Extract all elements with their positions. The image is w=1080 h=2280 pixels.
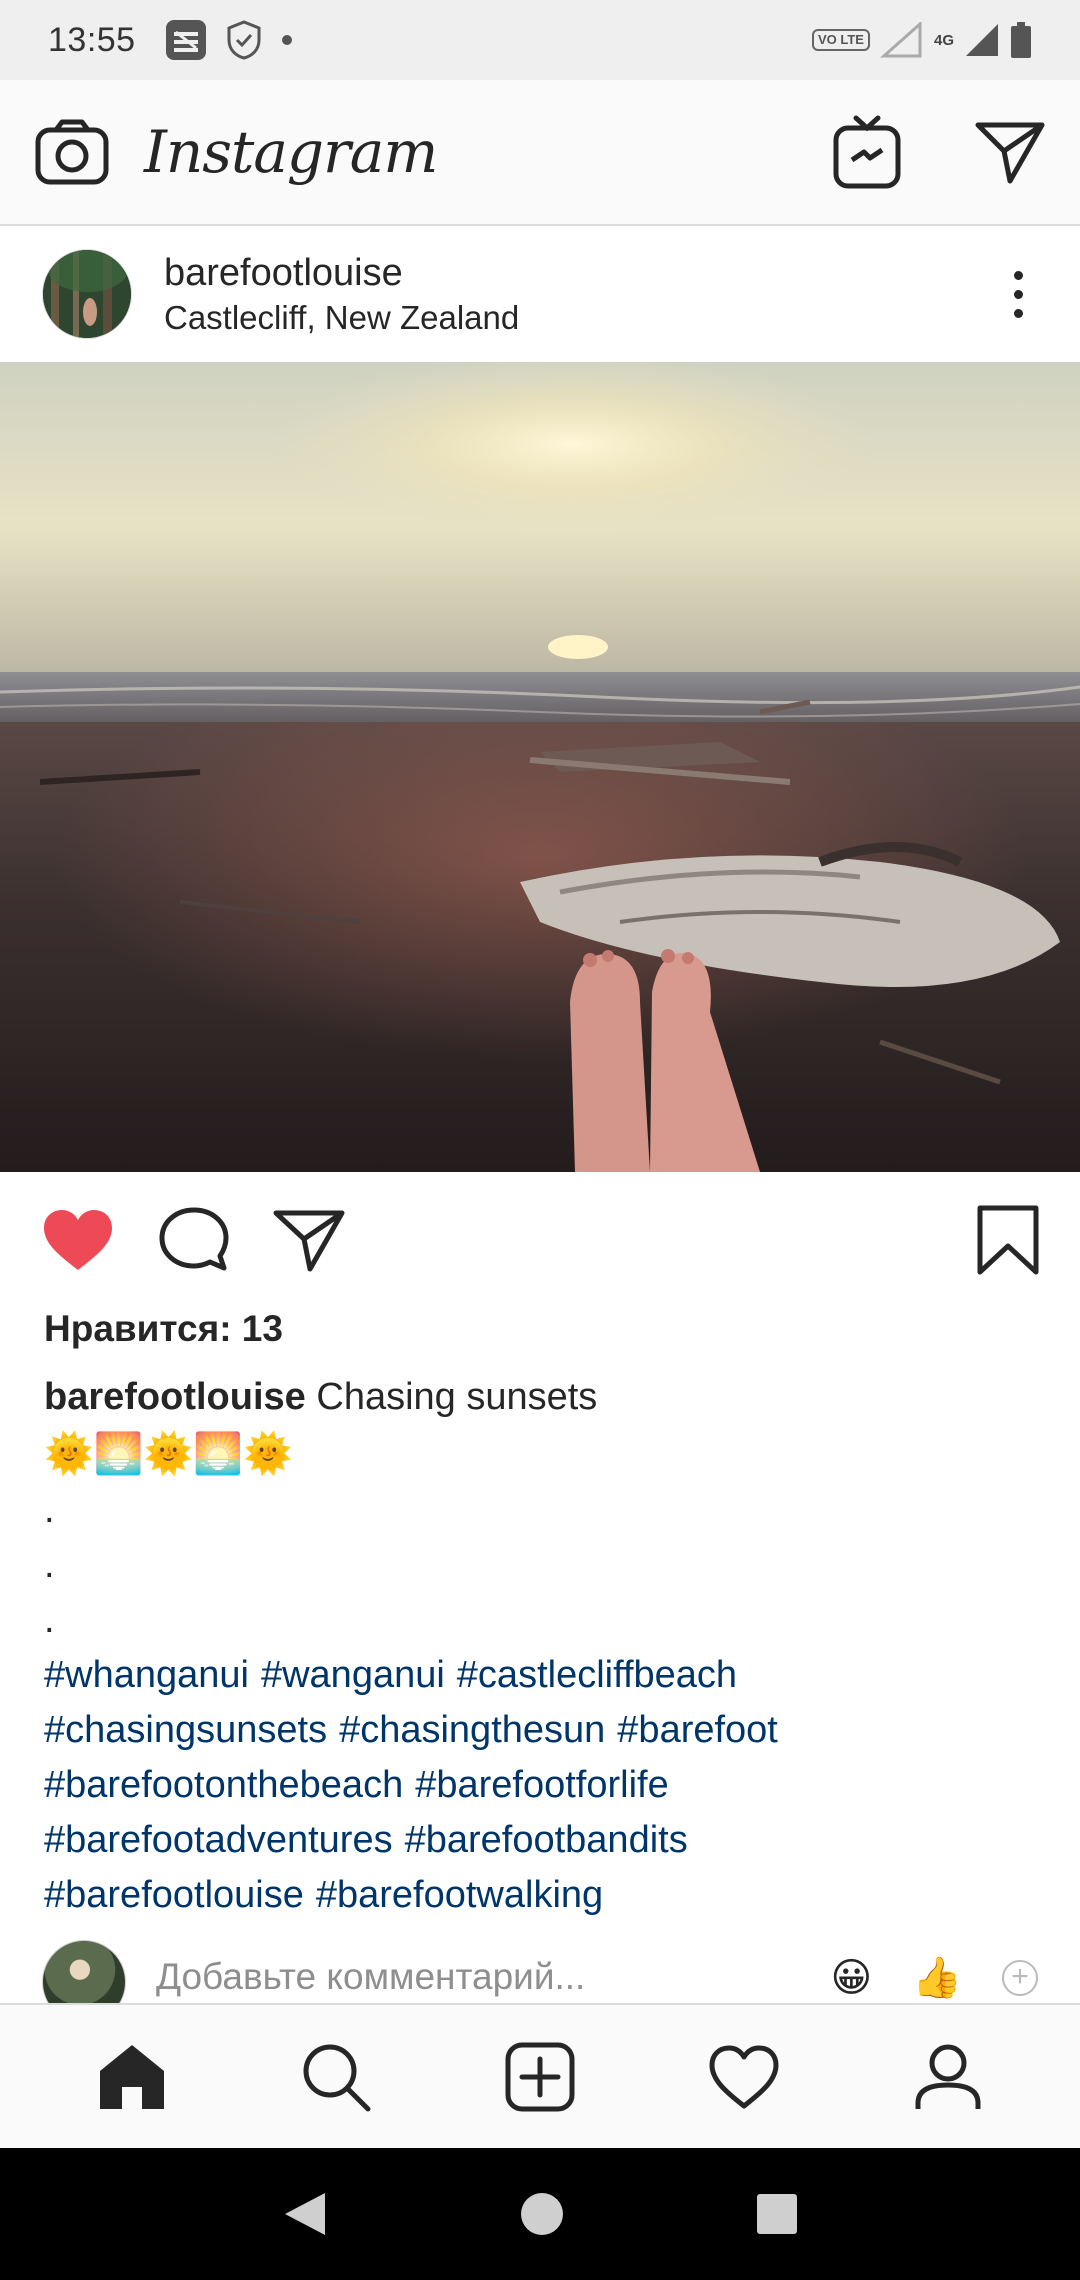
- post-actions: [0, 1180, 1080, 1300]
- comment-input[interactable]: Добавьте комментарий...: [156, 1956, 585, 1998]
- share-button[interactable]: [272, 1207, 346, 1273]
- share-icon: [273, 1210, 345, 1272]
- add-post-icon: [505, 2042, 575, 2111]
- sunset-beach-photo: [0, 362, 1080, 1172]
- nav-add-post[interactable]: [490, 2027, 590, 2127]
- caption-dot: .: [44, 1599, 55, 1641]
- save-button[interactable]: [976, 1204, 1040, 1276]
- home-circle-icon[interactable]: [519, 2191, 565, 2237]
- like-button[interactable]: [40, 1206, 116, 1274]
- app-notification-icon: [165, 20, 206, 60]
- current-user-avatar: [42, 1940, 126, 2005]
- more-dot-icon: [1013, 289, 1023, 299]
- shield-icon: [227, 20, 261, 60]
- signal-full-icon: [966, 24, 998, 56]
- status-time: 13:55: [48, 20, 136, 59]
- post-location[interactable]: Castlecliff, New Zealand: [164, 299, 519, 337]
- hashtag-link[interactable]: #chasingsunsets: [44, 1709, 327, 1751]
- hashtag-link[interactable]: #barefootwalking: [316, 1874, 603, 1916]
- status-system-icons: VO LTE 4G: [812, 21, 1032, 59]
- hashtag-link[interactable]: #whanganui: [44, 1654, 249, 1696]
- status-notification-icons: [164, 18, 294, 62]
- camera-icon[interactable]: [34, 118, 110, 186]
- nav-activity[interactable]: [694, 2027, 794, 2127]
- caption-dot: .: [44, 1544, 55, 1586]
- hashtag-link[interactable]: #wanganui: [261, 1654, 445, 1696]
- likes-count[interactable]: Нравится: 13: [44, 1308, 283, 1350]
- activity-heart-icon: [709, 2045, 779, 2108]
- home-icon: [100, 2044, 164, 2109]
- search-icon: [303, 2044, 371, 2111]
- hashtag-link[interactable]: #chasingthesun: [339, 1709, 605, 1751]
- hashtag-link[interactable]: #barefootforlife: [415, 1764, 669, 1806]
- post-author-username[interactable]: barefootlouise: [164, 252, 519, 295]
- signal-empty-icon: [880, 22, 922, 58]
- quick-emoji-button[interactable]: 👍: [912, 1954, 962, 2001]
- back-icon[interactable]: [281, 2189, 329, 2239]
- nav-home[interactable]: [82, 2027, 182, 2127]
- hashtag-list: #whanganui #wanganui #castlecliffbeach #ch…: [44, 1648, 1044, 1923]
- recents-icon[interactable]: [755, 2192, 799, 2236]
- more-dot-icon: [1013, 270, 1023, 280]
- add-emoji-icon[interactable]: +: [1002, 1959, 1038, 1996]
- hashtag-link[interactable]: #castlecliffbeach: [457, 1654, 737, 1696]
- post-header: barefootlouise Castlecliff, New Zealand: [0, 226, 1080, 362]
- add-comment-row: Добавьте комментарий... 😀 👍 +: [0, 1940, 1080, 2005]
- nav-search[interactable]: [286, 2027, 386, 2127]
- volte-badge: VO LTE: [812, 29, 870, 51]
- caption-emojis: 🌞🌅🌞🌅🌞: [44, 1431, 294, 1477]
- caption-dot: .: [44, 1489, 55, 1531]
- post-caption: barefootlouise Chasing sunsets 🌞🌅🌞🌅🌞 . .…: [44, 1370, 1044, 1923]
- hashtag-link[interactable]: #barefootlouise: [44, 1874, 304, 1916]
- battery-icon: [1011, 22, 1031, 58]
- hashtag-link[interactable]: #barefootadventures: [44, 1819, 393, 1861]
- profile-icon: [915, 2044, 981, 2109]
- dot-icon: [281, 35, 292, 45]
- direct-message-icon[interactable]: [974, 119, 1046, 185]
- top-app-bar: Instagram: [0, 80, 1080, 226]
- nav-profile[interactable]: [898, 2027, 998, 2127]
- network-type-label: 4G: [933, 31, 954, 49]
- hashtag-link[interactable]: #barefootbandits: [405, 1819, 688, 1861]
- hashtag-link[interactable]: #barefootonthebeach: [44, 1764, 403, 1806]
- more-dot-icon: [1013, 308, 1023, 318]
- comment-icon: [159, 1207, 229, 1271]
- caption-username[interactable]: barefootlouise: [44, 1376, 306, 1418]
- bookmark-icon: [977, 1205, 1039, 1275]
- post-photo[interactable]: [0, 362, 1080, 1172]
- more-options-button[interactable]: [998, 264, 1038, 324]
- igtv-icon[interactable]: [832, 114, 902, 190]
- heart-filled-icon: [44, 1210, 112, 1270]
- quick-emoji-button[interactable]: 😀: [830, 1955, 872, 2001]
- bottom-navigation: [0, 2003, 1080, 2148]
- instagram-logo: Instagram: [144, 118, 438, 186]
- hashtag-link[interactable]: #barefoot: [617, 1709, 778, 1751]
- status-bar: 13:55 VO LTE 4G: [0, 0, 1080, 80]
- comment-button[interactable]: [158, 1206, 230, 1274]
- caption-text: Chasing sunsets: [316, 1376, 598, 1418]
- system-navigation-bar: [0, 2148, 1080, 2280]
- post-author-avatar[interactable]: [42, 249, 132, 339]
